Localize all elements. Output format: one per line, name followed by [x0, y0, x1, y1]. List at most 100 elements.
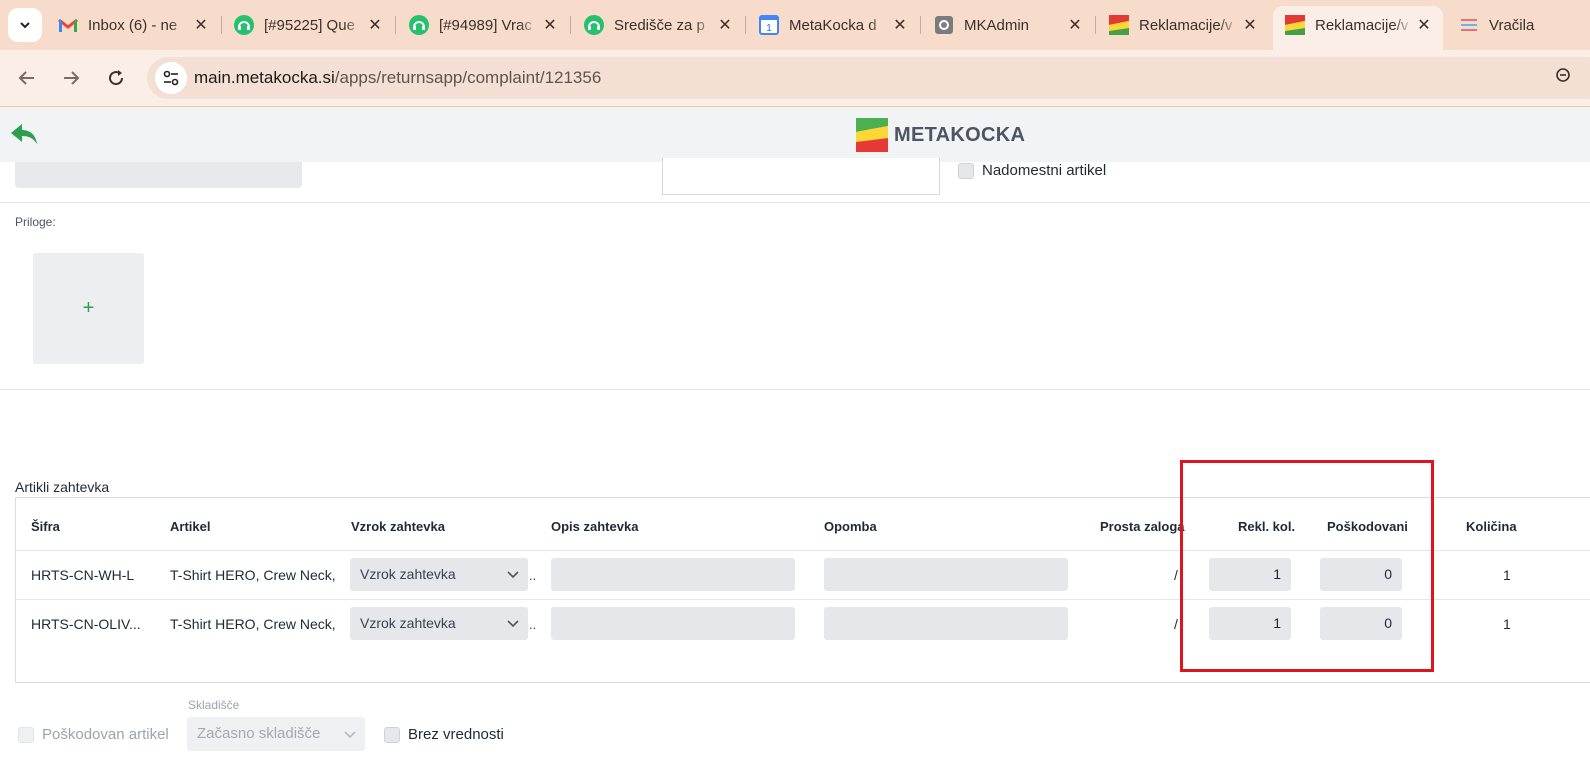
tab-title: Vračila: [1489, 16, 1535, 34]
rekl-kol-input[interactable]: 1: [1209, 607, 1291, 640]
freshdesk-icon: [409, 15, 429, 35]
reload-button[interactable]: [100, 62, 132, 94]
tab-search-button[interactable]: [8, 8, 42, 42]
form-field[interactable]: [15, 162, 302, 188]
skladisce-select[interactable]: Začasno skladišče: [187, 717, 365, 751]
chevron-down-icon: [507, 620, 519, 628]
close-tab-icon[interactable]: ✕: [364, 14, 386, 36]
metakocka-icon: [1285, 15, 1305, 35]
metakocka-icon: [1109, 15, 1129, 35]
cell-prosta-zaloga: /: [1174, 616, 1178, 632]
text-area[interactable]: [662, 158, 940, 195]
close-tab-icon[interactable]: ✕: [190, 14, 212, 36]
forward-button[interactable]: [55, 62, 87, 94]
complaint-form: Nadomestni artikel Priloge: + Artikli za…: [0, 158, 1590, 770]
vzrok-select-value: Vzrok zahtevka: [360, 566, 456, 582]
arrow-left-icon: [18, 71, 34, 85]
brand-name: METAKOCKA: [894, 123, 1026, 146]
browser-tab[interactable]: 1 MetaKocka d ✕: [747, 6, 919, 44]
reply-arrow-icon: [11, 124, 37, 144]
brez-vrednosti-checkbox[interactable]: Brez vrednosti: [384, 726, 504, 743]
column-header-kolicina: Količina: [1466, 519, 1517, 534]
chevron-down-icon: [507, 571, 519, 579]
column-header-opomba: Opomba: [824, 519, 877, 534]
tab-separator: [920, 16, 921, 34]
checkbox[interactable]: [18, 726, 34, 743]
opomba-input[interactable]: [824, 558, 1068, 591]
tune-icon: [163, 70, 179, 86]
cell-sifra: HRTS-CN-OLIV...: [31, 616, 141, 632]
vzrok-select[interactable]: Vzrok zahtevka: [350, 607, 528, 640]
poskodovan-artikel-checkbox[interactable]: Poškodovan artikel: [18, 726, 169, 743]
browser-tab[interactable]: [#95225] Que ✕: [222, 6, 394, 44]
metakocka-logo: METAKOCKA: [856, 118, 1025, 152]
checkbox[interactable]: [958, 162, 974, 179]
column-header-prosta-zaloga: Prosta zaloga: [1100, 519, 1185, 534]
browser-tab[interactable]: Središče za p ✕: [572, 6, 744, 44]
column-header-vzrok: Vzrok zahtevka: [351, 519, 445, 534]
chevron-down-icon: [344, 731, 356, 739]
close-tab-icon[interactable]: ✕: [1239, 14, 1261, 36]
nadomestni-artikel-checkbox[interactable]: Nadomestni artikel: [958, 162, 1106, 179]
close-tab-icon[interactable]: ✕: [714, 14, 736, 36]
divider: [0, 389, 1590, 390]
reload-icon: [109, 70, 124, 86]
ellipsis-button[interactable]: ..: [529, 568, 536, 583]
poskodovani-input[interactable]: 0: [1320, 607, 1402, 640]
rekl-kol-input[interactable]: 1: [1209, 558, 1291, 591]
close-tab-icon[interactable]: ✕: [1413, 14, 1435, 36]
freshdesk-icon: [234, 15, 254, 35]
cell-artikel: T-Shirt HERO, Crew Neck,: [170, 567, 336, 583]
poskodovan-label: Poškodovan artikel: [42, 726, 169, 743]
arrow-right-icon: [64, 71, 80, 85]
app-header: METAKOCKA: [0, 106, 1590, 162]
row-divider: [16, 599, 1590, 600]
tab-separator: [745, 16, 746, 34]
poskodovani-input[interactable]: 0: [1320, 558, 1402, 591]
close-tab-icon[interactable]: ✕: [539, 14, 561, 36]
attachments-label: Priloge:: [15, 215, 56, 229]
browser-tab[interactable]: Vračila: [1447, 6, 1590, 44]
close-tab-icon[interactable]: ✕: [889, 14, 911, 36]
tab-title: [#94989] Vrac: [439, 16, 532, 34]
browser-toolbar: main.metakocka.si/apps/returnsapp/compla…: [0, 50, 1590, 106]
skladisce-label: Skladišče: [188, 698, 240, 712]
opis-input[interactable]: [551, 607, 795, 640]
opis-input[interactable]: [551, 558, 795, 591]
row-divider: [16, 550, 1590, 551]
vzrok-select[interactable]: Vzrok zahtevka: [350, 558, 528, 591]
opomba-input[interactable]: [824, 607, 1068, 640]
tab-title: MetaKocka d: [789, 16, 877, 34]
url-text: main.metakocka.si/apps/returnsapp/compla…: [194, 68, 601, 88]
site-info-button[interactable]: [155, 62, 187, 94]
tab-separator: [570, 16, 571, 34]
column-header-artikel: Artikel: [170, 519, 211, 534]
column-header-opis: Opis zahtevka: [551, 519, 639, 534]
ellipsis-button[interactable]: ..: [529, 617, 536, 632]
browser-tab[interactable]: Reklamacije/v ✕: [1097, 6, 1269, 44]
divider: [0, 202, 1590, 203]
address-bar[interactable]: main.metakocka.si/apps/returnsapp/compla…: [147, 57, 1590, 99]
back-button[interactable]: [11, 62, 43, 94]
add-attachment-button[interactable]: +: [33, 253, 144, 364]
cell-sifra: HRTS-CN-WH-L: [31, 567, 135, 583]
tab-separator: [395, 16, 396, 34]
gear-icon: [934, 15, 954, 35]
browser-tab[interactable]: [#94989] Vrac ✕: [397, 6, 569, 44]
zoom-out-icon[interactable]: [1556, 68, 1570, 87]
browser-tab-active[interactable]: Reklamacije/v ✕: [1273, 6, 1443, 50]
gmail-icon: [58, 15, 78, 35]
checkbox[interactable]: [384, 726, 400, 743]
close-tab-icon[interactable]: ✕: [1064, 14, 1086, 36]
tab-title: Središče za p: [614, 16, 705, 34]
browser-tab[interactable]: Inbox (6) - ne ✕: [46, 6, 220, 44]
column-header-rekl-kol: Rekl. kol.: [1238, 519, 1296, 534]
tab-title: Inbox (6) - ne: [88, 16, 178, 34]
vzrok-select-value: Vzrok zahtevka: [360, 615, 456, 631]
skladisce-select-value: Začasno skladišče: [197, 725, 321, 742]
browser-tab[interactable]: MKAdmin ✕: [922, 6, 1094, 44]
brez-label: Brez vrednosti: [408, 726, 504, 743]
tab-separator: [1095, 16, 1096, 34]
back-reply-button[interactable]: [10, 123, 38, 150]
chevron-down-icon: [20, 22, 30, 29]
